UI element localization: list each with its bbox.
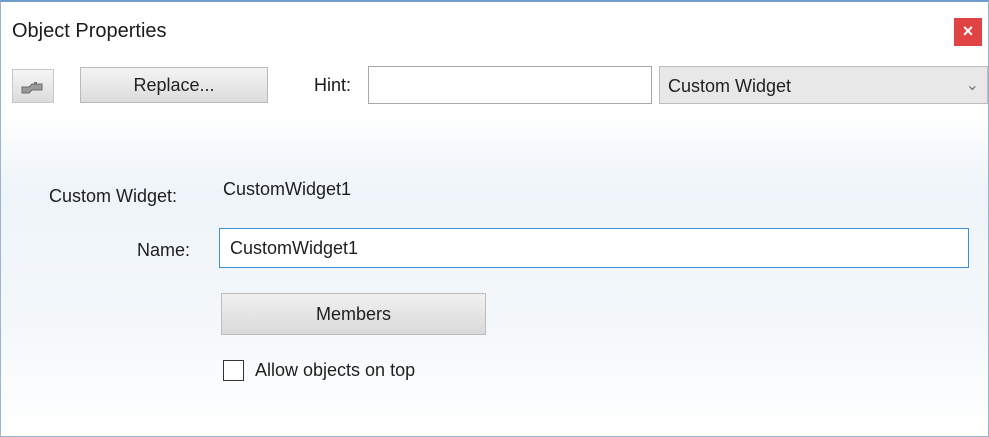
allow-objects-on-top-label[interactable]: Allow objects on top xyxy=(255,360,415,381)
name-label: Name: xyxy=(137,240,191,260)
hint-input[interactable] xyxy=(368,66,652,104)
custom-widget-label: Custom Widget: xyxy=(49,186,178,206)
allow-objects-on-top-checkbox[interactable] xyxy=(223,360,244,381)
hand-pointer-icon[interactable] xyxy=(12,69,54,103)
replace-button[interactable]: Replace... xyxy=(80,67,268,103)
title-bar[interactable]: Object Properties × xyxy=(1,2,988,62)
name-input[interactable] xyxy=(219,228,969,268)
window-title: Object Properties xyxy=(12,20,167,42)
members-button[interactable]: Members xyxy=(221,293,486,335)
close-icon: × xyxy=(962,21,974,41)
custom-widget-value: CustomWidget1 xyxy=(223,179,352,199)
object-type-select[interactable]: Custom Widget ⌄ xyxy=(659,66,988,104)
chevron-down-icon: ⌄ xyxy=(965,77,979,94)
object-properties-window: Object Properties × Replace... Hint: Cus… xyxy=(0,0,989,437)
close-button[interactable]: × xyxy=(954,18,982,46)
hint-label: Hint: xyxy=(314,75,352,95)
object-type-value: Custom Widget xyxy=(668,76,792,96)
